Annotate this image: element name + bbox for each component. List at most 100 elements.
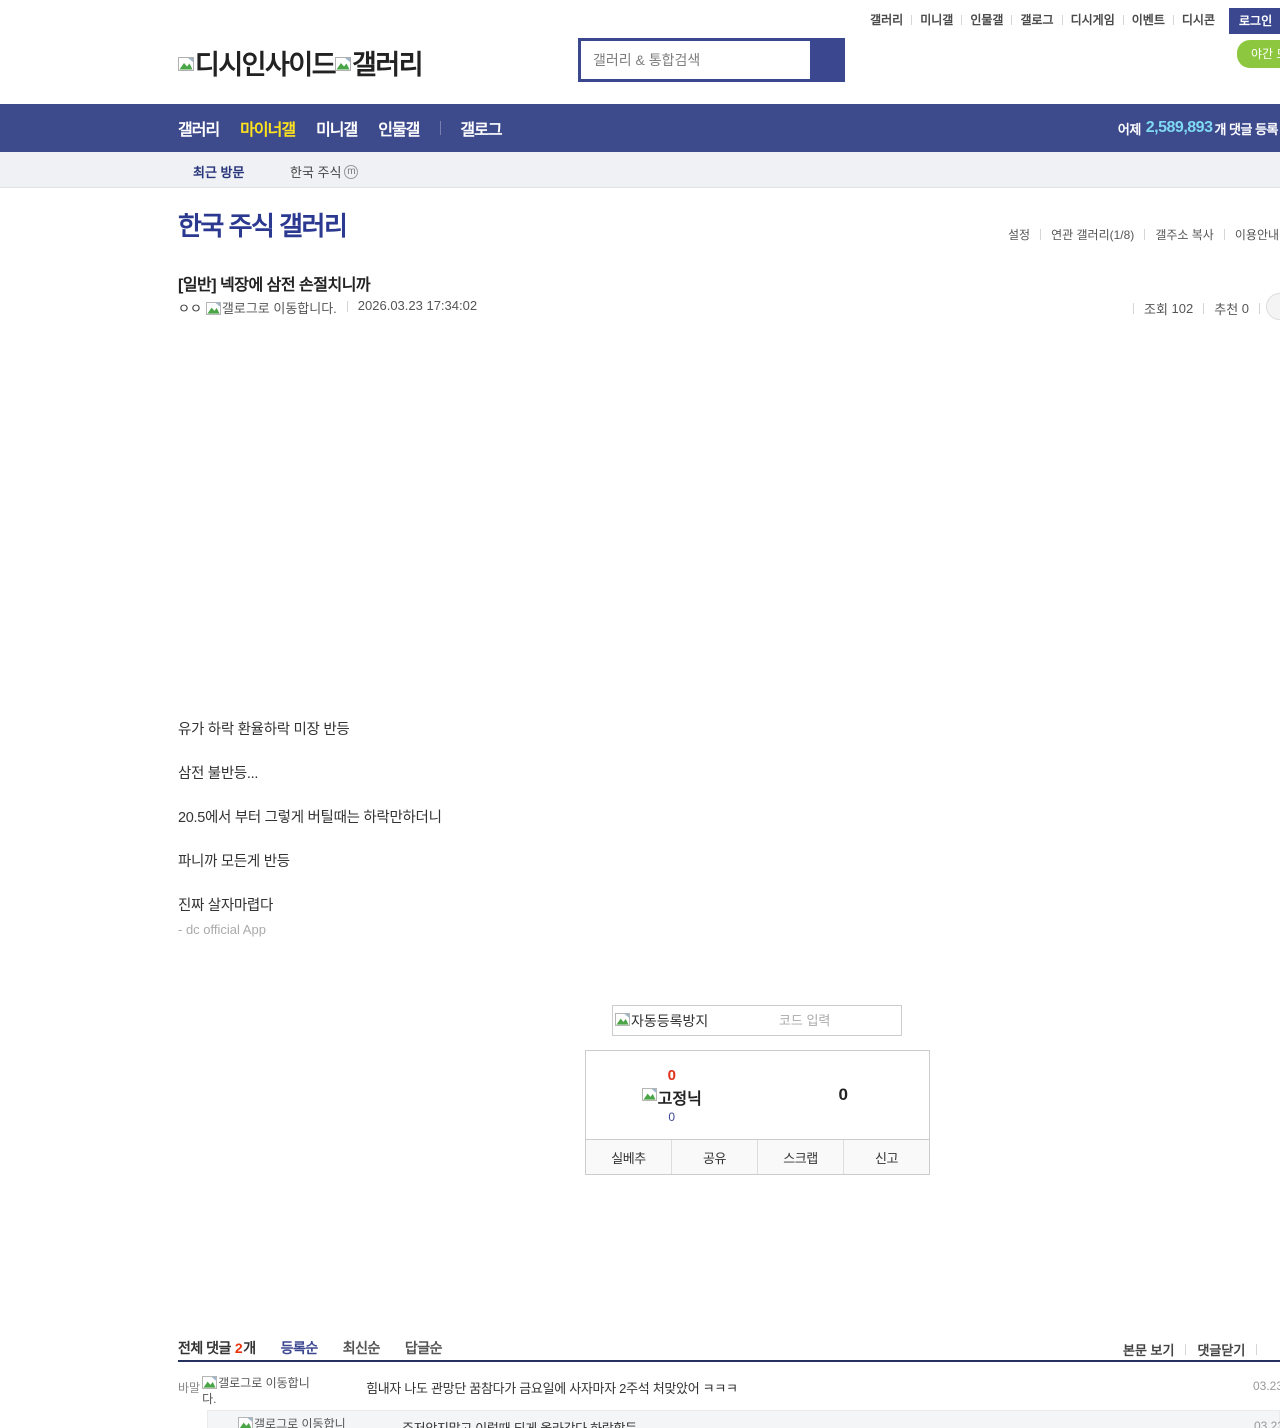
divider — [1223, 229, 1225, 240]
topbar-link-dcgame[interactable]: 디시게임 — [1071, 11, 1115, 28]
broken-image-icon — [202, 1376, 218, 1392]
comment-reply-content: 갤로그로 이동합니다. 주저앉지말고 이럴때 되게 올라갔다 하락할듯 — [238, 1417, 1278, 1428]
stats-count: 2,589,893 — [1145, 119, 1213, 136]
breadcrumb: 최근 방문 한국 주식 m — [0, 152, 1280, 188]
post-paragraph: 유가 하락 환율하락 미장 반등 — [178, 722, 350, 738]
nav-item-gallog[interactable]: 갤로그 — [460, 116, 502, 140]
topbar-link-person-gal[interactable]: 인물갤 — [970, 11, 1003, 28]
author-gallog-link[interactable]: 갤로그로 이동합니다. — [205, 298, 337, 318]
night-mode-button[interactable]: 야간 모드 — [1237, 40, 1280, 68]
nav-item-person-gallery[interactable]: 인물갤 — [378, 116, 420, 140]
post-paragraph: 진짜 살자마렵다 — [178, 898, 274, 914]
page-title[interactable]: 한국 주식 갤러리 — [178, 206, 348, 243]
silbechu-button[interactable]: 실베추 — [586, 1140, 671, 1174]
divider — [1172, 14, 1174, 25]
comment-gallog-link[interactable]: 갤로그로 이동합니다. — [238, 1417, 354, 1428]
divider — [1259, 303, 1261, 314]
captcha-alt-text: 자동등록방지 — [631, 1012, 709, 1029]
dcinside-gallery-page: 갤러리 미니갤 인물갤 갤로그 디시게임 이벤트 디시콘 로그인 야간 모드 디… — [0, 0, 1280, 1428]
gallog-alt-text: 갤로그로 이동합니다. — [202, 1376, 310, 1406]
broken-image-icon — [238, 1417, 253, 1428]
post-meta: ㅇㅇ 갤로그로 이동합니다. 2026.03.23 17:34:02 — [178, 298, 477, 318]
close-comments-link[interactable]: 댓글닫기 — [1197, 1340, 1245, 1359]
recent-visit-label[interactable]: 최근 방문 — [193, 162, 244, 181]
broken-image-icon — [205, 301, 221, 318]
divider — [1133, 303, 1134, 314]
post-paragraph: 20.5에서 부터 그렇게 버틸때는 하락만하더니 — [178, 810, 442, 826]
breadcrumb-gallery-link[interactable]: 한국 주식 m — [290, 162, 359, 181]
sort-newest-tab[interactable]: 최신순 — [343, 1338, 381, 1358]
downvote-area[interactable]: 0 — [758, 1085, 930, 1105]
comment-gallog-link[interactable]: 갤로그로 이동합니다. — [202, 1376, 318, 1406]
comment-row: 바말 갤로그로 이동합니다. 힘내자 나도 관망단 꿈참다가 금요일에 사자마자… — [178, 1376, 1280, 1406]
minor-gallery-badge-icon: m — [344, 164, 359, 179]
divider — [1011, 14, 1013, 25]
usage-guide-link[interactable]: 이용안내 — [1235, 226, 1279, 243]
copy-gallery-url-link[interactable]: 갤주소 복사 — [1155, 226, 1214, 243]
view-post-link[interactable]: 본문 보기 — [1123, 1340, 1174, 1359]
login-button[interactable]: 로그인 — [1229, 8, 1280, 34]
topbar-link-gallog[interactable]: 갤로그 — [1020, 11, 1053, 28]
site-logo[interactable]: 디시인사이드 갤러리 — [178, 43, 424, 82]
comments-divider — [178, 1360, 1280, 1362]
logo-text-gallery: 갤러리 — [352, 50, 424, 80]
dc-app-signature: - dc official App — [178, 922, 266, 937]
divider — [1040, 229, 1042, 240]
search-box — [578, 38, 845, 82]
topbar-link-event[interactable]: 이벤트 — [1132, 11, 1165, 28]
comment-stats: 어제 2,589,893 개 댓글 등록 — [1117, 104, 1279, 152]
search-input[interactable] — [581, 41, 810, 79]
divider — [911, 14, 913, 25]
stats-prefix: 어제 — [1117, 121, 1141, 137]
comment-date: 03.23 — [1253, 1379, 1280, 1393]
post-title: [일반] 넥장에 삼전 손절치니까 — [178, 277, 371, 294]
gallog-alt-text: 갤로그로 이동합니다. — [254, 1417, 346, 1428]
comment-author: 바말 — [178, 1381, 201, 1395]
recommend-label: 추천 — [1214, 302, 1239, 317]
downvote-count: 0 — [838, 1085, 848, 1104]
divider — [440, 121, 442, 135]
breadcrumb-gallery-name: 한국 주식 — [290, 165, 342, 180]
settings-link[interactable]: 설정 — [1008, 226, 1030, 243]
scrap-button[interactable]: 스크랩 — [757, 1140, 843, 1174]
comments-total-label: 전체 댓글 — [178, 1340, 231, 1356]
logo-text-dcinside: 디시인사이드 — [195, 50, 337, 80]
broken-image-icon — [641, 1087, 657, 1106]
views-count: 102 — [1171, 301, 1194, 316]
topbar-link-minigal[interactable]: 미니갤 — [920, 11, 953, 28]
sort-reply-tab[interactable]: 답글순 — [405, 1338, 443, 1358]
report-button[interactable]: 신고 — [843, 1140, 929, 1174]
divider — [1061, 14, 1063, 25]
post-date: 2026.03.23 17:34:02 — [357, 298, 478, 313]
broken-image-icon — [615, 1012, 630, 1029]
sort-registered-tab[interactable]: 등록순 — [281, 1338, 319, 1358]
divider — [1144, 229, 1146, 240]
captcha-box: 자동등록방지 — [612, 1005, 902, 1036]
vote-widget: 0 고정닉 0 0 실베추 공유 스크랩 신고 — [585, 1050, 930, 1175]
fixed-nick-count: 0 — [668, 1109, 676, 1124]
comment-date: 03.23 — [1254, 1419, 1280, 1428]
nav-item-mini-gallery[interactable]: 미니갤 — [316, 116, 358, 140]
broken-image-icon — [178, 47, 194, 78]
comments-header-right: 본문 보기 댓글닫기 — [1123, 1340, 1268, 1359]
gallog-alt-text: 갤로그로 이동합니다. — [221, 301, 337, 316]
comments-header: 전체 댓글 2 개 등록순 최신순 답글순 — [178, 1338, 443, 1358]
nav-item-gallery[interactable]: 갤러리 — [178, 116, 220, 140]
vote-main: 0 고정닉 0 0 — [585, 1050, 930, 1140]
nav-item-minor-gallery[interactable]: 마이너갤 — [240, 116, 296, 140]
search-button[interactable] — [810, 41, 842, 79]
divider — [1256, 1344, 1258, 1355]
post-stats: 조회 102 추천 0 — [1123, 299, 1270, 318]
fixed-nick-label: 고정닉 — [657, 1090, 702, 1108]
related-galleries-link[interactable]: 연관 갤러리(1/8) — [1051, 226, 1134, 243]
captcha-input[interactable] — [708, 1007, 901, 1034]
stats-suffix: 개 댓글 등록 — [1214, 121, 1278, 137]
divider — [346, 301, 348, 312]
topbar-link-dccon[interactable]: 디시콘 — [1182, 11, 1215, 28]
share-button[interactable]: 공유 — [671, 1140, 757, 1174]
comment-reply-row: 갤로그로 이동합니다. 주저앉지말고 이럴때 되게 올라갔다 하락할듯 03.2… — [207, 1410, 1280, 1428]
nav-items: 갤러리 마이너갤 미니갤 인물갤 갤로그 — [178, 104, 523, 152]
views-label: 조회 — [1144, 302, 1168, 317]
topbar-link-gallery[interactable]: 갤러리 — [870, 11, 903, 28]
upvote-area[interactable]: 0 고정닉 0 — [586, 1067, 758, 1124]
